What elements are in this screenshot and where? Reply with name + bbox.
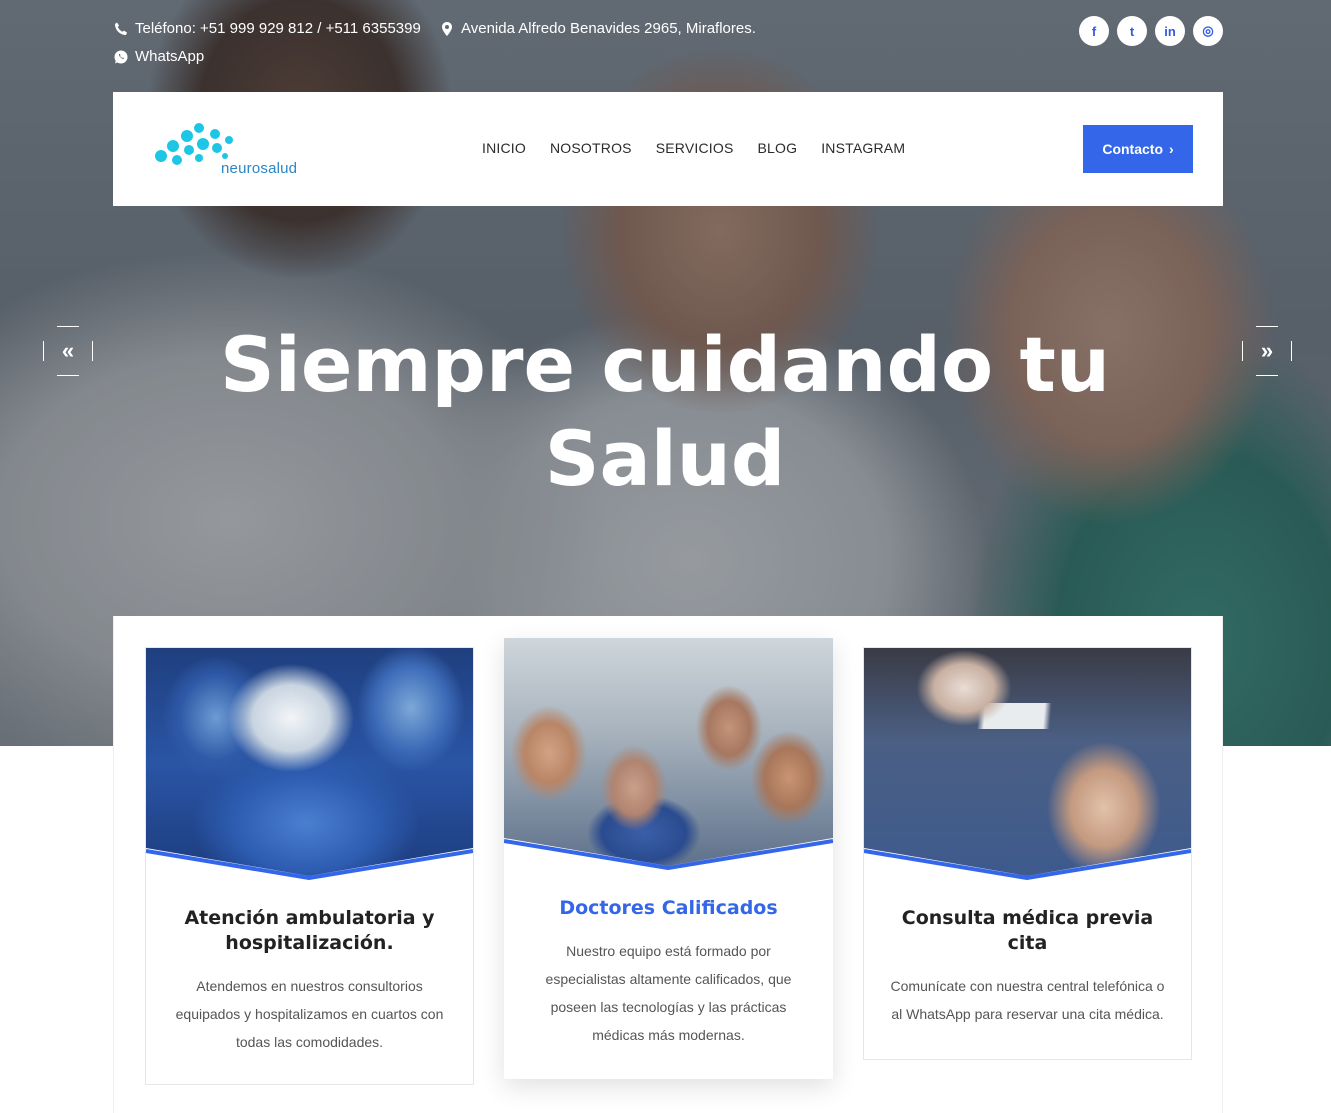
phone-info[interactable]: Teléfono: +51 999 929 812 / +511 6355399 <box>113 20 421 37</box>
nav-item-nosotros[interactable]: NOSOTROS <box>550 140 632 156</box>
double-chevron-right-icon: » <box>1260 338 1274 363</box>
contact-button[interactable]: Contacto › <box>1083 125 1193 173</box>
feature-text: Nuestro equipo está formado por especial… <box>545 943 792 1043</box>
slider-next-button[interactable]: » <box>1242 326 1292 376</box>
instagram-icon[interactable]: ◎ <box>1193 16 1223 46</box>
image-notch-divider <box>864 848 1191 880</box>
logo-text: neurosalud <box>221 160 298 177</box>
location-pin-icon <box>442 21 452 36</box>
linkedin-icon[interactable]: in <box>1155 16 1185 46</box>
feature-title: Consulta médica previa cita <box>901 907 1154 954</box>
whatsapp-link[interactable]: WhatsApp <box>113 48 204 65</box>
nav-item-servicios[interactable]: SERVICIOS <box>656 140 734 156</box>
features-section: Atención ambulatoria y hospitalización. … <box>113 616 1223 1113</box>
surgery-image <box>146 648 473 880</box>
feature-title: Atención ambulatoria y hospitalización. <box>184 907 435 954</box>
feature-card[interactable]: Atención ambulatoria y hospitalización. … <box>145 647 474 1085</box>
whatsapp-icon <box>114 50 128 63</box>
slider-prev-button[interactable]: « <box>43 326 93 376</box>
nav-item-blog[interactable]: BLOG <box>758 140 798 156</box>
chevron-right-icon: › <box>1169 141 1174 157</box>
feature-title: Doctores Calificados <box>559 897 778 919</box>
phone-icon <box>115 22 127 35</box>
nav-item-instagram[interactable]: INSTAGRAM <box>821 140 905 156</box>
feature-text: Comunícate con nuestra central telefónic… <box>890 978 1165 1022</box>
syringe-image <box>864 648 1191 880</box>
main-navbar: neurosalud INICIO NOSOTROS SERVICIOS BLO… <box>113 92 1223 206</box>
whatsapp-text: WhatsApp <box>135 48 205 65</box>
contact-button-label: Contacto <box>1102 141 1163 157</box>
address-info: Avenida Alfredo Benavides 2965, Miraflor… <box>439 20 756 37</box>
image-notch-divider <box>504 838 833 870</box>
feature-text: Atendemos en nuestros consultorios equip… <box>175 978 444 1050</box>
social-links: f t in ◎ <box>1079 16 1223 46</box>
phone-text: Teléfono: +51 999 929 812 / +511 6355399 <box>135 20 421 37</box>
feature-card[interactable]: Consulta médica previa cita Comunícate c… <box>863 647 1192 1060</box>
hero-title: Siempre cuidando tu Salud <box>220 320 1110 503</box>
twitter-icon[interactable]: t <box>1117 16 1147 46</box>
double-chevron-left-icon: « <box>61 338 75 363</box>
feature-card[interactable]: Doctores Calificados Nuestro equipo está… <box>504 638 833 1079</box>
facebook-icon[interactable]: f <box>1079 16 1109 46</box>
nav-item-inicio[interactable]: INICIO <box>482 140 526 156</box>
doctors-team-image <box>504 638 833 870</box>
main-menu: INICIO NOSOTROS SERVICIOS BLOG INSTAGRAM <box>482 140 905 156</box>
address-text: Avenida Alfredo Benavides 2965, Miraflor… <box>461 20 756 37</box>
image-notch-divider <box>146 848 473 880</box>
logo[interactable]: neurosalud <box>151 118 297 178</box>
